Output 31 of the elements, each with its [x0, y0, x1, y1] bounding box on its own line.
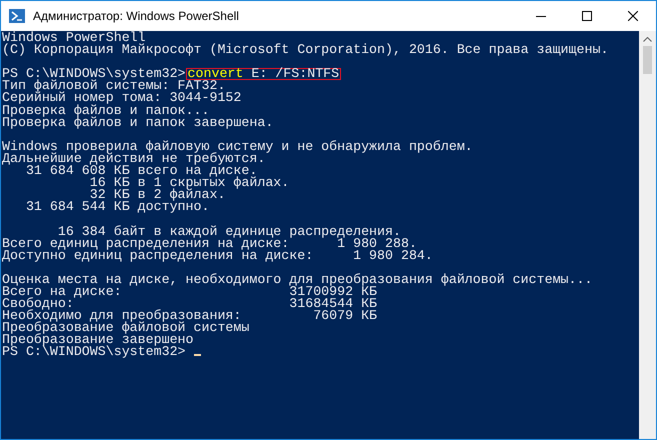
- output-line: Необходимо для преобразования: 76079 КБ: [2, 310, 378, 322]
- output-line: 31 684 608 КБ всего на диске.: [26, 165, 258, 178]
- scrollbar[interactable]: [639, 31, 656, 439]
- output-line: Дальнейшие действия не требуются.: [2, 152, 266, 166]
- output-line: Проверка файлов и папок завершена.: [2, 116, 274, 129]
- output-line: Серийный номер тома: 3044-9152: [2, 92, 242, 105]
- powershell-icon: [9, 9, 25, 23]
- command-arguments: E: /FS:NTFS: [250, 66, 340, 82]
- output-line: 31 684 544 КБ доступно.: [24, 201, 210, 214]
- scrollbar-thumb[interactable]: [643, 46, 652, 74]
- output-line: Всего на диске: 31700992 КБ: [2, 286, 378, 298]
- prompt-text: PS C:\WINDOWS\system32>: [2, 66, 186, 82]
- window-title: Администратор: Windows PowerShell: [33, 8, 240, 25]
- output-line: Оценка места на диске, необходимого для преобразования файловой системы...: [2, 274, 594, 286]
- command-text: convert: [188, 66, 244, 82]
- maximize-icon: [582, 11, 592, 21]
- output-line: Windows PowerShell: [2, 32, 146, 44]
- output-line: Всего единиц распределения на диске: 1 980 288.: [2, 238, 417, 250]
- scroll-up-icon[interactable]: [643, 37, 652, 42]
- output-line: Свободно: 31684544 КБ: [2, 298, 378, 310]
- output-line: Проверка файлов и папок...: [2, 104, 210, 117]
- output-line: 16 384 байт в каждой единице распределения.: [56, 226, 401, 238]
- output-line: (C) Корпорация Майкрософт (Microsoft Corporation), 2016. Все права защищены.: [2, 44, 610, 56]
- output-line: 32 КБ в 2 файлах.: [90, 189, 226, 202]
- output-line: Windows проверила файловую систему и не обнаружила проблем.: [2, 140, 474, 153]
- output-line: 16 КБ в 1 скрытых файлах.: [88, 177, 290, 190]
- output-line: Тип файловой системы: FAT32.: [2, 80, 226, 92]
- output-line: Преобразование файловой системы: [2, 322, 250, 334]
- close-icon: [628, 11, 638, 21]
- output-line: Доступно единиц распределения на диске: 1 980 284.: [2, 250, 434, 262]
- output-line: Преобразование завершено: [2, 334, 195, 346]
